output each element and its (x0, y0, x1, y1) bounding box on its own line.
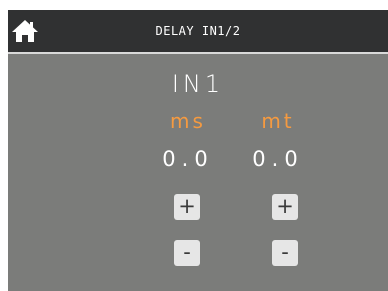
channel-label: IN1 (171, 70, 225, 98)
ms-decrement-button[interactable]: - (174, 240, 200, 266)
page-title: DELAY IN1/2 (155, 24, 241, 38)
mt-decrement-button[interactable]: - (272, 240, 298, 266)
delay-screen: DELAY IN1/2 IN1 ms mt 0.0 0.0 + + - - (8, 10, 388, 291)
mt-increment-button[interactable]: + (272, 194, 298, 220)
mt-label: mt (261, 109, 295, 133)
ms-label: ms (170, 109, 206, 133)
header-bar: DELAY IN1/2 (8, 10, 388, 54)
mt-value: 0.0 (252, 147, 304, 171)
ms-value: 0.0 (162, 147, 214, 171)
ms-increment-button[interactable]: + (174, 194, 200, 220)
